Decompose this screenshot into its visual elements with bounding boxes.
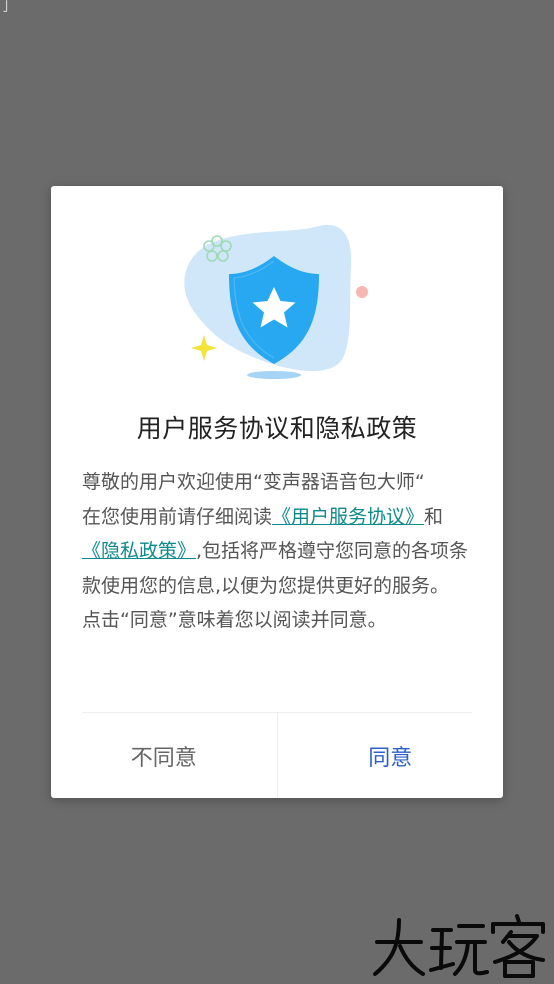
- dialog-button-row: 不同意 同意: [51, 713, 503, 798]
- agree-button[interactable]: 同意: [278, 713, 504, 798]
- privacy-dialog: 用户服务协议和隐私政策 尊敬的用户欢迎使用“变声器语音包大师“ 在您使用前请仔细…: [51, 186, 503, 798]
- screen: 亅 用户服务协议和隐私政策 尊敬的用户欢迎使用“变声器语音包大师“ 在您使用前请…: [0, 0, 554, 984]
- message-consent-note: 点击“同意”意味着您以阅读并同意。: [82, 609, 387, 631]
- decline-button[interactable]: 不同意: [51, 713, 278, 798]
- privacy-policy-link[interactable]: 《隐私政策》: [82, 540, 196, 562]
- security-shield-icon: [184, 224, 368, 379]
- watermark-logo: [373, 914, 545, 978]
- dialog-title: 用户服务协议和隐私政策: [136, 414, 418, 443]
- message-welcome: 尊敬的用户欢迎使用“变声器语音包大师“: [82, 471, 425, 493]
- edge-glyph: 亅: [0, 0, 14, 15]
- message-and: 和: [424, 505, 444, 528]
- user-agreement-link[interactable]: 《用户服务协议》: [272, 506, 424, 528]
- message-read-prefix: 在您使用前请仔细阅读: [82, 505, 273, 528]
- dialog-message: 尊敬的用户欢迎使用“变声器语音包大师“ 在您使用前请仔细阅读《用户服务协议》和《…: [82, 465, 482, 638]
- message-read-notice: 在您使用前请仔细阅读《用户服务协议》和 《隐私政策》,包括将严格遵守您同意的各项条…: [82, 500, 482, 604]
